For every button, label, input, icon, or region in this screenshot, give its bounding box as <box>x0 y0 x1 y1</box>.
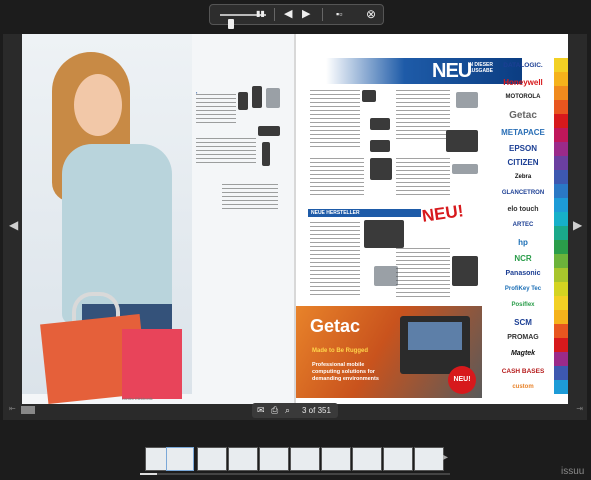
thumbnail[interactable] <box>166 447 194 471</box>
getac-logo: Getac <box>310 316 361 336</box>
share-icon[interactable]: ▪▫ <box>336 5 342 24</box>
product-image <box>456 92 478 108</box>
product-image <box>446 130 478 152</box>
text-column <box>196 138 256 166</box>
scroll-handle[interactable] <box>21 406 35 414</box>
product-image <box>362 90 376 102</box>
page-footer: Lantec Elektronik <box>122 396 153 401</box>
product-image <box>238 92 248 110</box>
brand-logo: elo touch <box>507 206 539 213</box>
brand-logo: SCM <box>514 318 532 327</box>
thumbnail-next-icon[interactable]: ▸ <box>443 452 448 463</box>
reading-progress-fill <box>140 473 157 475</box>
brand-logo: CITIZEN <box>507 158 539 167</box>
brand-logo: Getac <box>509 110 537 121</box>
text-column <box>396 248 450 298</box>
product-image <box>370 118 390 130</box>
previous-page-arrow-icon[interactable]: ◀ <box>9 218 18 232</box>
product-image <box>266 88 280 108</box>
brand-logo: DATALOGIC. <box>503 62 543 69</box>
thumbnail[interactable] <box>352 447 382 471</box>
brand-logo: ProfiKey Tec <box>504 286 542 292</box>
thumbnail[interactable] <box>321 447 351 471</box>
thumbnail[interactable] <box>197 447 227 471</box>
thumbnail[interactable] <box>414 447 444 471</box>
brand-logo: EPSON <box>508 144 537 153</box>
zoom-slider-handle[interactable] <box>228 19 234 29</box>
reading-progress <box>140 473 450 475</box>
model-photo <box>22 34 192 404</box>
brand-logo: custom <box>512 384 534 390</box>
bottom-toolbar: ✉ ⎙ ⌕ 3 of 351 <box>252 403 338 418</box>
next-arrow-icon[interactable]: ▶ <box>302 5 310 24</box>
text-column <box>396 158 450 198</box>
neu-burst: NEU! <box>420 201 465 226</box>
issuu-logo: issuu <box>561 466 585 477</box>
brand-logo: Honeywell <box>503 78 543 87</box>
scroll-start-icon[interactable]: ⇤ <box>9 404 16 413</box>
getac-copy: Professional mobile computing solutions … <box>312 362 379 382</box>
thumbnail[interactable] <box>259 447 289 471</box>
search-icon[interactable]: ⌕ <box>285 403 290 418</box>
thumbnail-strip[interactable]: ▸ <box>145 447 455 471</box>
product-image <box>252 86 262 108</box>
text-column <box>196 94 236 124</box>
brand-list: DATALOGIC. Honeywell MOTOROLA Getac META… <box>492 58 554 398</box>
brand-logo: Zebra <box>514 174 532 180</box>
brand-logo: GLANCETRON <box>501 190 545 196</box>
print-icon[interactable]: ⎙ <box>271 403 278 418</box>
scroll-end-icon[interactable]: ⇥ <box>576 404 583 413</box>
product-image <box>364 220 404 248</box>
page-count: 3 of 351 <box>302 406 331 415</box>
brand-logo: ARTEC <box>512 222 534 228</box>
right-page[interactable]: NEU IN DIESER AUSGABE NEUE HERSTELLER NE… <box>296 34 568 404</box>
thumbnail[interactable] <box>228 447 258 471</box>
text-column <box>310 90 360 150</box>
thumbnail[interactable] <box>290 447 320 471</box>
mail-icon[interactable]: ✉ <box>257 403 265 418</box>
product-image <box>370 158 392 180</box>
product-image <box>258 126 280 136</box>
brand-logo: Magtek <box>510 350 536 357</box>
text-column <box>310 158 364 198</box>
brand-logo: NCR <box>514 254 532 263</box>
brand-logo: PROMAG <box>507 334 539 341</box>
left-page[interactable]: ▪ Lantec Elektronik <box>22 34 294 404</box>
brand-logo: Panasonic <box>505 270 541 277</box>
product-image <box>374 266 398 286</box>
getac-advertisement: Getac Made to Be Rugged Professional mob… <box>296 306 482 398</box>
text-column <box>222 184 278 210</box>
new-vendors-header: NEUE HERSTELLER <box>308 209 421 217</box>
grid-icon[interactable]: ▮▮ <box>256 4 265 23</box>
magazine-spread[interactable]: ▪ Lantec Elektronik NEU IN DIESER AUSGAB… <box>22 34 568 404</box>
thumbnail[interactable] <box>383 447 413 471</box>
product-image <box>452 256 478 286</box>
neu-banner-title: NEU <box>432 60 472 82</box>
getac-tagline: Made to Be Rugged <box>312 348 369 354</box>
brand-logo: hp <box>518 238 528 247</box>
brand-logo: CASH BASES <box>501 368 545 375</box>
product-image <box>370 140 390 152</box>
brand-logo: Posiflex <box>511 302 535 308</box>
product-image <box>452 164 478 174</box>
brand-logo: METAPACE <box>501 128 545 137</box>
text-column <box>396 90 450 140</box>
index-color-tabs <box>554 58 568 398</box>
prev-arrow-icon[interactable]: ◀ <box>284 5 292 24</box>
text-column <box>310 222 360 298</box>
next-page-arrow-icon[interactable]: ▶ <box>573 218 582 232</box>
top-toolbar: ▮▮ ◀ ▶ ▪▫ ⊗ <box>209 4 384 29</box>
product-image <box>262 142 270 166</box>
close-icon[interactable]: ⊗ <box>366 5 376 24</box>
getac-neu-badge: NEU! <box>448 366 476 394</box>
brand-logo: MOTOROLA <box>505 94 541 100</box>
